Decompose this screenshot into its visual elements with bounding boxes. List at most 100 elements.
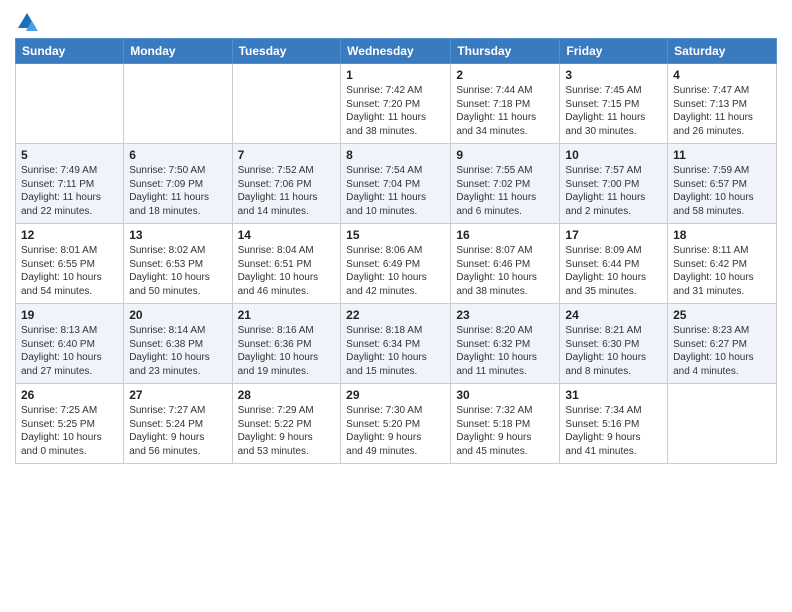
calendar-cell: 1 Sunrise: 7:42 AM Sunset: 7:20 PM Daylig… <box>341 64 451 144</box>
page: SundayMondayTuesdayWednesdayThursdayFrid… <box>0 0 792 474</box>
calendar-cell: 16 Sunrise: 8:07 AM Sunset: 6:46 PM Dayli… <box>451 224 560 304</box>
calendar-cell: 8Sunrise: 7:54 AM Sunset: 7:04 PM Daylig… <box>341 144 451 224</box>
day-number: 18 <box>673 228 771 242</box>
calendar-cell <box>16 64 124 144</box>
day-number: 12 <box>21 228 118 242</box>
day-info: Sunrise: 7:29 AM Sunset: 5:22 PM Dayligh… <box>238 404 336 458</box>
day-info: Sunrise: 7:52 AM Sunset: 7:06 PM Dayligh… <box>238 164 336 218</box>
day-number: 10 <box>565 148 662 162</box>
calendar-cell: 24 Sunrise: 8:21 AM Sunset: 6:30 PM Dayli… <box>560 304 668 384</box>
day-number: 15 <box>346 228 445 242</box>
day-number: 28 <box>238 388 336 402</box>
day-info: Sunrise: 8:07 AM Sunset: 6:46 PM Dayligh… <box>456 244 554 298</box>
day-info: Sunrise: 8:16 AM Sunset: 6:36 PM Dayligh… <box>238 324 336 378</box>
day-info: Sunrise: 7:27 AM Sunset: 5:24 PM Dayligh… <box>129 404 226 458</box>
calendar-header-sunday: Sunday <box>16 39 124 64</box>
day-number: 16 <box>456 228 554 242</box>
day-info: Sunrise: 8:11 AM Sunset: 6:42 PM Dayligh… <box>673 244 771 298</box>
calendar-header-thursday: Thursday <box>451 39 560 64</box>
calendar-cell <box>124 64 232 144</box>
calendar-cell: 25Sunrise: 8:23 AM Sunset: 6:27 PM Dayli… <box>668 304 777 384</box>
day-info: Sunrise: 8:06 AM Sunset: 6:49 PM Dayligh… <box>346 244 445 298</box>
calendar-cell: 5 Sunrise: 7:49 AM Sunset: 7:11 PM Daylig… <box>16 144 124 224</box>
calendar-cell: 28 Sunrise: 7:29 AM Sunset: 5:22 PM Dayli… <box>232 384 341 464</box>
day-info: Sunrise: 7:34 AM Sunset: 5:16 PM Dayligh… <box>565 404 662 458</box>
calendar-header-tuesday: Tuesday <box>232 39 341 64</box>
day-number: 5 <box>21 148 118 162</box>
day-info: Sunrise: 7:49 AM Sunset: 7:11 PM Dayligh… <box>21 164 118 218</box>
calendar-header-wednesday: Wednesday <box>341 39 451 64</box>
calendar-cell: 19 Sunrise: 8:13 AM Sunset: 6:40 PM Dayli… <box>16 304 124 384</box>
calendar-week-0: 1 Sunrise: 7:42 AM Sunset: 7:20 PM Daylig… <box>16 64 777 144</box>
day-number: 1 <box>346 68 445 82</box>
calendar-week-2: 12 Sunrise: 8:01 AM Sunset: 6:55 PM Dayli… <box>16 224 777 304</box>
day-info: Sunrise: 7:50 AM Sunset: 7:09 PM Dayligh… <box>129 164 226 218</box>
day-number: 14 <box>238 228 336 242</box>
day-number: 13 <box>129 228 226 242</box>
day-info: Sunrise: 7:32 AM Sunset: 5:18 PM Dayligh… <box>456 404 554 458</box>
calendar-cell: 18 Sunrise: 8:11 AM Sunset: 6:42 PM Dayli… <box>668 224 777 304</box>
day-info: Sunrise: 7:57 AM Sunset: 7:00 PM Dayligh… <box>565 164 662 218</box>
day-number: 24 <box>565 308 662 322</box>
day-info: Sunrise: 7:44 AM Sunset: 7:18 PM Dayligh… <box>456 84 554 138</box>
day-info: Sunrise: 7:30 AM Sunset: 5:20 PM Dayligh… <box>346 404 445 458</box>
calendar-cell: 20 Sunrise: 8:14 AM Sunset: 6:38 PM Dayli… <box>124 304 232 384</box>
day-number: 25 <box>673 308 771 322</box>
day-info: Sunrise: 8:14 AM Sunset: 6:38 PM Dayligh… <box>129 324 226 378</box>
day-info: Sunrise: 8:18 AM Sunset: 6:34 PM Dayligh… <box>346 324 445 378</box>
day-info: Sunrise: 8:21 AM Sunset: 6:30 PM Dayligh… <box>565 324 662 378</box>
day-info: Sunrise: 8:04 AM Sunset: 6:51 PM Dayligh… <box>238 244 336 298</box>
calendar-header-monday: Monday <box>124 39 232 64</box>
day-number: 20 <box>129 308 226 322</box>
day-number: 4 <box>673 68 771 82</box>
calendar-cell: 30 Sunrise: 7:32 AM Sunset: 5:18 PM Dayli… <box>451 384 560 464</box>
calendar-cell: 2 Sunrise: 7:44 AM Sunset: 7:18 PM Daylig… <box>451 64 560 144</box>
day-number: 26 <box>21 388 118 402</box>
calendar-cell: 23Sunrise: 8:20 AM Sunset: 6:32 PM Dayli… <box>451 304 560 384</box>
calendar-cell: 13 Sunrise: 8:02 AM Sunset: 6:53 PM Dayli… <box>124 224 232 304</box>
calendar-cell: 7 Sunrise: 7:52 AM Sunset: 7:06 PM Daylig… <box>232 144 341 224</box>
header <box>15 10 777 34</box>
calendar-header-friday: Friday <box>560 39 668 64</box>
day-number: 8 <box>346 148 445 162</box>
calendar-cell <box>668 384 777 464</box>
calendar-cell: 31 Sunrise: 7:34 AM Sunset: 5:16 PM Dayli… <box>560 384 668 464</box>
calendar-week-3: 19 Sunrise: 8:13 AM Sunset: 6:40 PM Dayli… <box>16 304 777 384</box>
day-info: Sunrise: 7:45 AM Sunset: 7:15 PM Dayligh… <box>565 84 662 138</box>
calendar-cell: 29Sunrise: 7:30 AM Sunset: 5:20 PM Dayli… <box>341 384 451 464</box>
calendar-cell: 4 Sunrise: 7:47 AM Sunset: 7:13 PM Daylig… <box>668 64 777 144</box>
day-number: 31 <box>565 388 662 402</box>
day-info: Sunrise: 7:55 AM Sunset: 7:02 PM Dayligh… <box>456 164 554 218</box>
day-number: 6 <box>129 148 226 162</box>
day-number: 2 <box>456 68 554 82</box>
calendar-header-row: SundayMondayTuesdayWednesdayThursdayFrid… <box>16 39 777 64</box>
day-number: 30 <box>456 388 554 402</box>
day-info: Sunrise: 8:01 AM Sunset: 6:55 PM Dayligh… <box>21 244 118 298</box>
day-info: Sunrise: 7:42 AM Sunset: 7:20 PM Dayligh… <box>346 84 445 138</box>
day-info: Sunrise: 7:59 AM Sunset: 6:57 PM Dayligh… <box>673 164 771 218</box>
calendar-cell: 14 Sunrise: 8:04 AM Sunset: 6:51 PM Dayli… <box>232 224 341 304</box>
calendar-cell: 26Sunrise: 7:25 AM Sunset: 5:25 PM Dayli… <box>16 384 124 464</box>
day-number: 9 <box>456 148 554 162</box>
day-number: 19 <box>21 308 118 322</box>
calendar-cell <box>232 64 341 144</box>
day-info: Sunrise: 8:20 AM Sunset: 6:32 PM Dayligh… <box>456 324 554 378</box>
day-info: Sunrise: 8:09 AM Sunset: 6:44 PM Dayligh… <box>565 244 662 298</box>
calendar-week-1: 5 Sunrise: 7:49 AM Sunset: 7:11 PM Daylig… <box>16 144 777 224</box>
calendar-cell: 21 Sunrise: 8:16 AM Sunset: 6:36 PM Dayli… <box>232 304 341 384</box>
day-info: Sunrise: 8:02 AM Sunset: 6:53 PM Dayligh… <box>129 244 226 298</box>
calendar-cell: 15 Sunrise: 8:06 AM Sunset: 6:49 PM Dayli… <box>341 224 451 304</box>
day-number: 7 <box>238 148 336 162</box>
day-number: 11 <box>673 148 771 162</box>
calendar-cell: 6 Sunrise: 7:50 AM Sunset: 7:09 PM Daylig… <box>124 144 232 224</box>
day-info: Sunrise: 8:13 AM Sunset: 6:40 PM Dayligh… <box>21 324 118 378</box>
calendar-cell: 3Sunrise: 7:45 AM Sunset: 7:15 PM Daylig… <box>560 64 668 144</box>
calendar-cell: 12 Sunrise: 8:01 AM Sunset: 6:55 PM Dayli… <box>16 224 124 304</box>
calendar-cell: 17 Sunrise: 8:09 AM Sunset: 6:44 PM Dayli… <box>560 224 668 304</box>
day-number: 27 <box>129 388 226 402</box>
day-info: Sunrise: 7:47 AM Sunset: 7:13 PM Dayligh… <box>673 84 771 138</box>
day-number: 21 <box>238 308 336 322</box>
calendar-cell: 10 Sunrise: 7:57 AM Sunset: 7:00 PM Dayli… <box>560 144 668 224</box>
day-number: 17 <box>565 228 662 242</box>
calendar-cell: 27 Sunrise: 7:27 AM Sunset: 5:24 PM Dayli… <box>124 384 232 464</box>
